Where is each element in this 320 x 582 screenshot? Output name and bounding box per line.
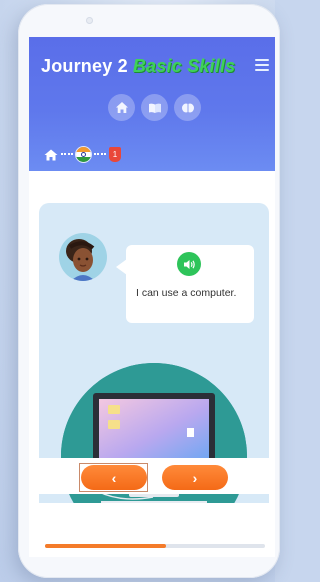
title-highlight: Basic Skills [132, 56, 236, 76]
camera-dot [86, 17, 93, 24]
girl-avatar-icon [66, 239, 95, 281]
title-main: Journey 2 [41, 56, 128, 76]
next-button[interactable]: › [162, 465, 228, 490]
previous-button[interactable]: ‹ [81, 465, 147, 490]
breadcrumb: 1 [44, 147, 121, 162]
brain-icon [181, 103, 194, 112]
page-title: Journey 2 Basic Skills [41, 56, 235, 77]
home-icon[interactable] [44, 149, 58, 161]
breadcrumb-separator [94, 152, 106, 157]
brain-button[interactable] [174, 94, 201, 121]
character-avatar [59, 233, 107, 281]
chevron-left-icon: ‹ [111, 469, 117, 486]
speech-bubble: I can use a computer. [116, 245, 254, 323]
book-icon [148, 103, 161, 113]
home-icon [115, 102, 128, 113]
app-header: Journey 2 Basic Skills 1 [29, 37, 275, 171]
speech-text: I can use a computer. [136, 287, 237, 299]
chevron-right-icon: › [192, 469, 198, 486]
progress-fill [45, 544, 166, 548]
book-button[interactable] [141, 94, 168, 121]
breadcrumb-separator [61, 152, 73, 157]
india-flag-icon[interactable] [76, 147, 91, 162]
menu-icon[interactable] [255, 59, 269, 73]
lesson-progress-bar [45, 544, 265, 548]
speaker-icon [183, 259, 195, 269]
sound-button[interactable] [177, 252, 201, 276]
level-badge[interactable]: 1 [109, 147, 121, 162]
lesson-navigation: ‹ › [29, 458, 275, 494]
home-button[interactable] [108, 94, 135, 121]
